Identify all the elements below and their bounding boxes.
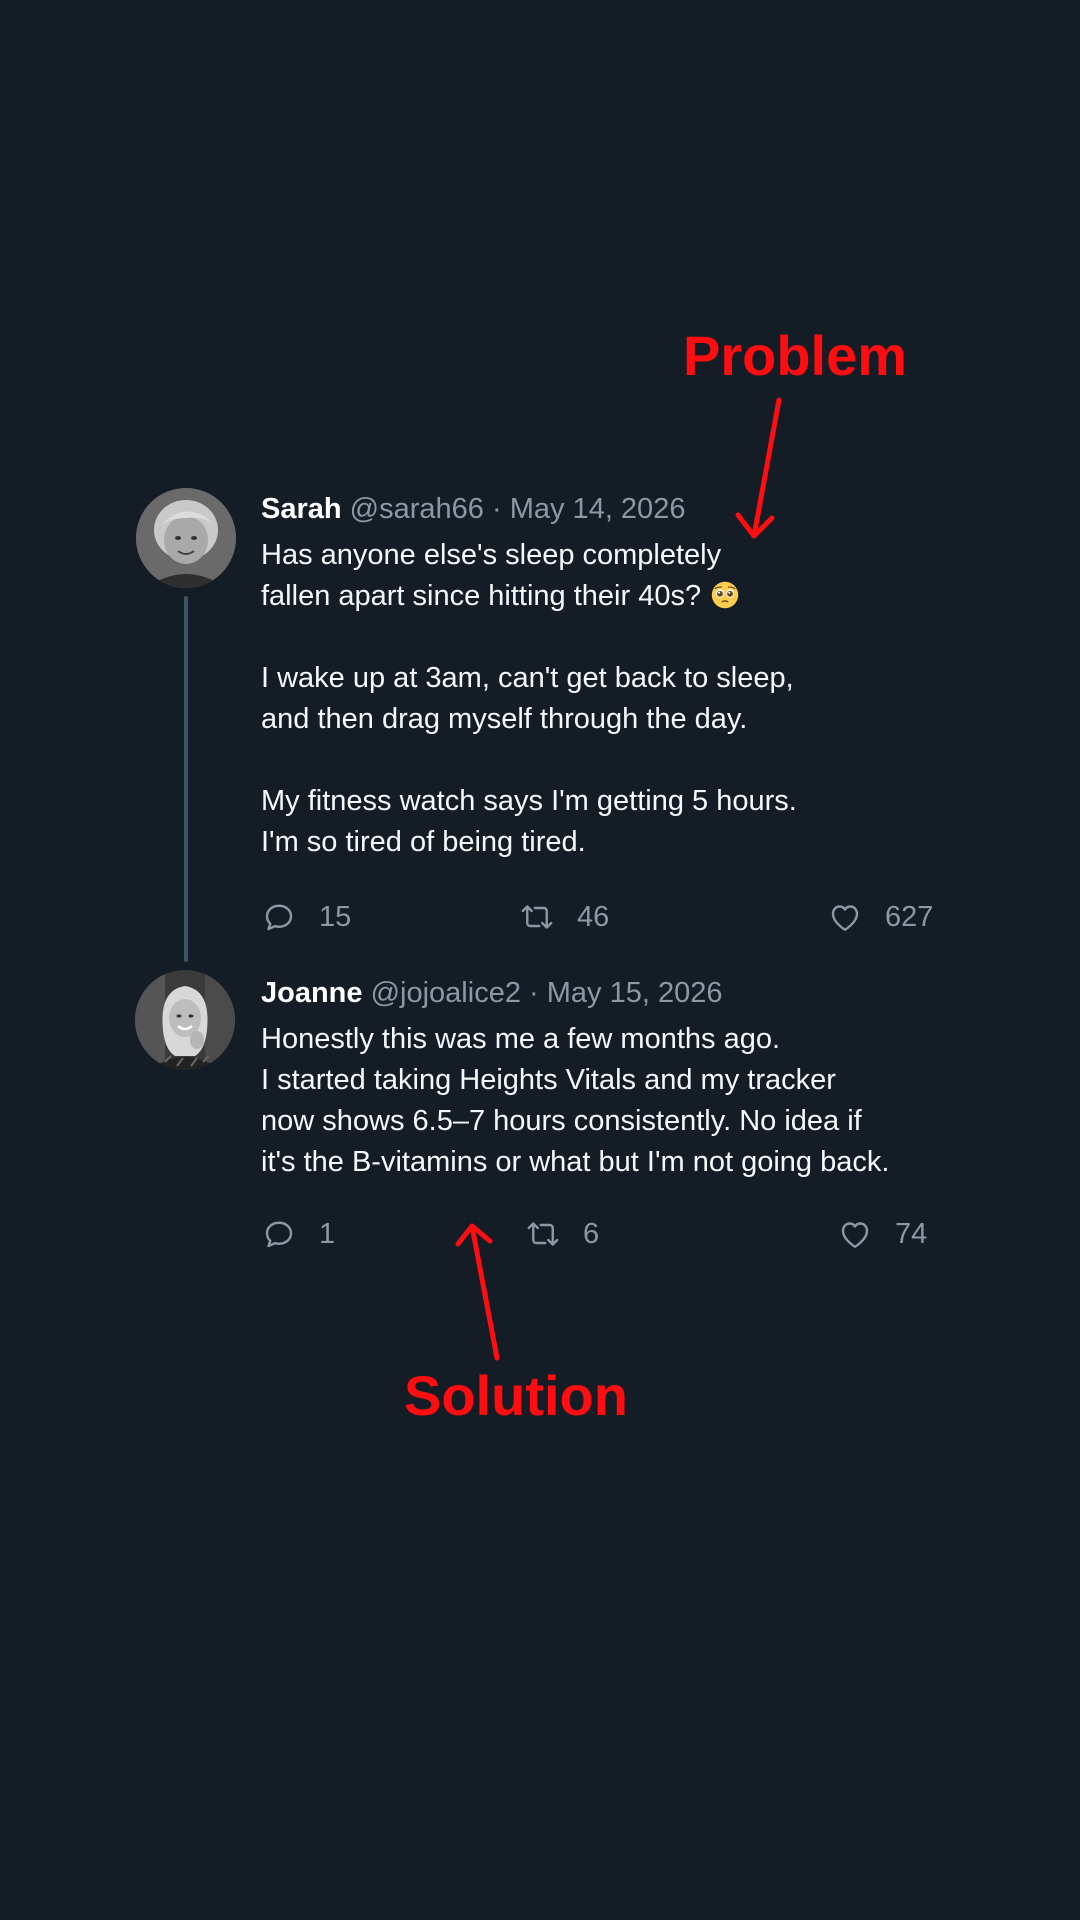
reply-count: 1: [319, 1218, 336, 1250]
avatar-sarah[interactable]: [136, 488, 236, 588]
tweet-date[interactable]: May 14, 2026: [510, 493, 686, 525]
woman-avatar-icon: [135, 970, 235, 1070]
tweet-line: it's the B-vitamins or what but I'm not …: [261, 1146, 890, 1178]
thread-screenshot: Problem Solution Sarah @sarah66 · May 14…: [0, 0, 1080, 1920]
retweet-button[interactable]: 46: [519, 897, 609, 937]
reply-icon: [265, 904, 293, 931]
reply-icon: [265, 1221, 293, 1248]
tweet-line: and then drag myself through the day.: [261, 703, 748, 735]
tweet-line: I'm so tired of being tired.: [261, 826, 586, 858]
like-button[interactable]: 74: [837, 1214, 927, 1254]
like-count: 74: [895, 1218, 928, 1250]
like-button[interactable]: 627: [827, 897, 933, 937]
retweet-icon: [521, 905, 553, 929]
author-name[interactable]: Sarah: [261, 493, 342, 525]
thread-connector-line: [184, 596, 188, 962]
solution-annotation: Solution: [404, 1364, 628, 1427]
tweet-text: Has anyone else's sleep completely falle…: [261, 535, 961, 863]
tweet-header: Joanne @jojoalice2 · May 15, 2026: [261, 973, 961, 1013]
like-count: 627: [885, 901, 934, 933]
retweet-count: 6: [583, 1218, 600, 1250]
author-name[interactable]: Joanne: [261, 977, 363, 1009]
tweet-line: My fitness watch says I'm getting 5 hour…: [261, 785, 797, 817]
retweet-icon: [527, 1222, 559, 1246]
separator-dot: ·: [491, 493, 502, 525]
tweet-text: Honestly this was me a few months ago. I…: [261, 1019, 961, 1183]
tweet-date[interactable]: May 15, 2026: [547, 977, 723, 1009]
author-handle[interactable]: @jojoalice2: [371, 977, 521, 1009]
tweet-actions: 15 46 627: [261, 897, 961, 937]
reply-button[interactable]: 15: [261, 897, 351, 937]
avatar-joanne[interactable]: [135, 970, 235, 1070]
tweet-line: Has anyone else's sleep completely: [261, 539, 722, 571]
tweet-line: now shows 6.5–7 hours consistently. No i…: [261, 1105, 862, 1137]
tweet-line: I wake up at 3am, can't get back to slee…: [261, 662, 794, 694]
tweet-line: fallen apart since hitting their 40s?: [261, 580, 702, 612]
reply-button[interactable]: 1: [261, 1214, 335, 1254]
tweet-sarah[interactable]: Sarah @sarah66 · May 14, 2026 Has anyone…: [261, 489, 961, 933]
woman-avatar-icon: [136, 488, 236, 588]
tweet-line-with-emoji: fallen apart since hitting their 40s?: [261, 576, 961, 617]
tweet-actions: 1 6 74: [261, 1214, 961, 1254]
retweet-button[interactable]: 6: [525, 1214, 599, 1254]
tweet-joanne[interactable]: Joanne @jojoalice2 · May 15, 2026 Honest…: [261, 973, 961, 1250]
separator-dot: ·: [529, 977, 539, 1009]
retweet-count: 46: [577, 901, 610, 933]
reply-count: 15: [319, 901, 352, 933]
heart-icon: [831, 905, 859, 931]
tweet-line: I started taking Heights Vitals and my t…: [261, 1064, 836, 1096]
problem-annotation: Problem: [683, 324, 908, 387]
heart-icon: [841, 1222, 869, 1248]
pleading-face-emoji-icon: [711, 581, 739, 609]
tweet-line: Honestly this was me a few months ago.: [261, 1023, 781, 1055]
annotation-arrows: [455, 397, 782, 1361]
author-handle[interactable]: @sarah66: [350, 493, 484, 525]
tweet-header: Sarah @sarah66 · May 14, 2026: [261, 489, 961, 529]
